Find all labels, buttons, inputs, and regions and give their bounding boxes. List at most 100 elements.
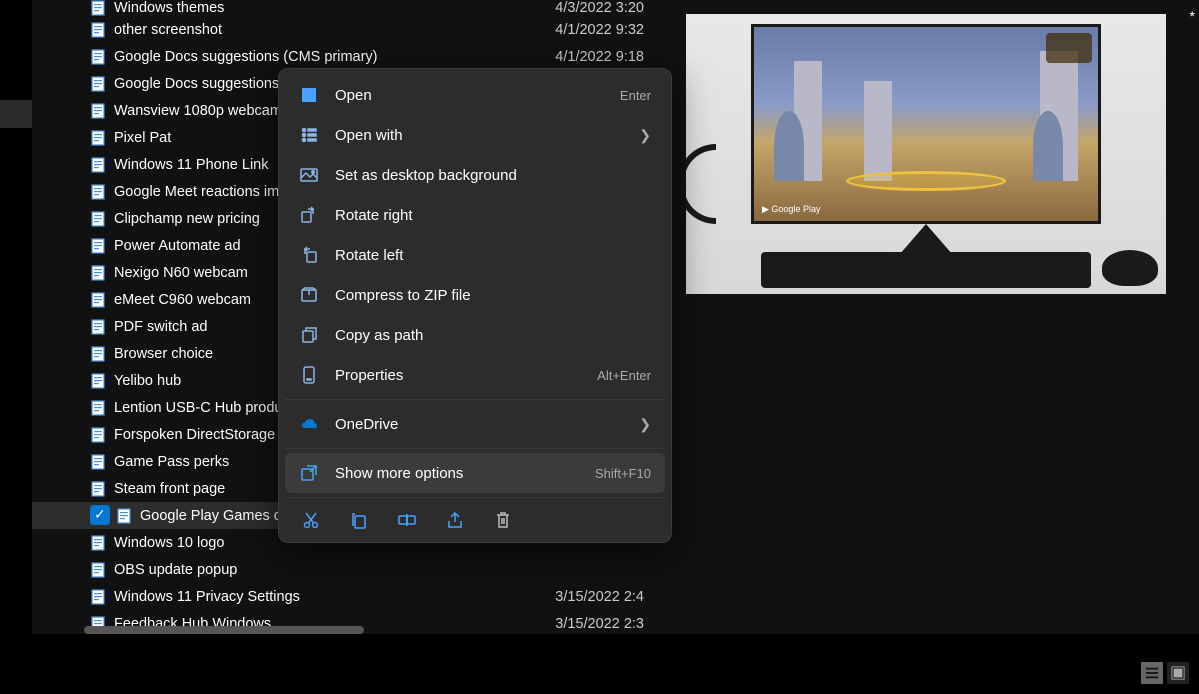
file-name: Google Docs suggestions [114, 76, 279, 92]
ring-graphic [846, 171, 1006, 191]
menu-label: Set as desktop background [335, 167, 651, 184]
menu-item-open[interactable]: OpenEnter [285, 75, 665, 115]
context-menu: OpenEnterOpen with❯Set as desktop backgr… [278, 68, 672, 543]
chevron-right-icon: ❯ [639, 127, 651, 144]
document-icon [90, 22, 106, 38]
menu-item-zip[interactable]: Compress to ZIP file [285, 275, 665, 315]
menu-item-wallpaper[interactable]: Set as desktop background [285, 155, 665, 195]
file-name: Windows 11 Phone Link [114, 157, 269, 173]
document-icon [90, 130, 106, 146]
menu-item-rotateleft[interactable]: Rotate left [285, 235, 665, 275]
document-icon [90, 0, 106, 16]
menu-label: Rotate left [335, 247, 651, 264]
share-button[interactable] [445, 510, 465, 530]
properties-icon [299, 365, 319, 385]
statue-graphic [1033, 111, 1063, 181]
menu-separator [285, 399, 665, 400]
file-date: 4/1/2022 9:32 [555, 22, 652, 38]
document-icon [90, 76, 106, 92]
menu-label: Properties [335, 367, 597, 384]
rotateleft-icon [299, 245, 319, 265]
document-icon [90, 319, 106, 335]
document-icon [90, 292, 106, 308]
menu-item-openwith[interactable]: Open with❯ [285, 115, 665, 155]
wallpaper-icon [299, 165, 319, 185]
mouse-graphic [1102, 250, 1158, 286]
document-icon [90, 481, 106, 497]
file-name: Forspoken DirectStorage [114, 427, 275, 443]
menu-label: Compress to ZIP file [335, 287, 651, 304]
copy-button[interactable] [349, 510, 369, 530]
file-row[interactable]: OBS update popup [32, 556, 652, 583]
file-date: 3/15/2022 2:3 [555, 616, 652, 632]
menu-label: Rotate right [335, 207, 651, 224]
file-name: PDF switch ad [114, 319, 207, 335]
preview-image: ▶ Google Play [686, 14, 1166, 294]
file-row[interactable]: Windows themes4/3/2022 3:20 [32, 0, 652, 16]
file-name: Google Meet reactions im [114, 184, 279, 200]
file-name: Steam front page [114, 481, 225, 497]
keyboard-graphic [761, 252, 1091, 288]
document-icon [90, 157, 106, 173]
document-icon [90, 400, 106, 416]
file-name: eMeet C960 webcam [114, 292, 251, 308]
file-name: Yelibo hub [114, 373, 181, 389]
document-icon [90, 454, 106, 470]
statue-graphic [774, 111, 804, 181]
horizontal-scrollbar[interactable] [84, 626, 364, 634]
file-date: 4/3/2022 3:20 [555, 0, 652, 16]
menu-separator [285, 497, 665, 498]
menu-label: Open with [335, 127, 639, 144]
file-name: Windows 11 Privacy Settings [114, 589, 300, 605]
list-view-toggle[interactable] [1141, 662, 1163, 684]
document-icon [90, 265, 106, 281]
file-row[interactable]: Google Docs suggestions (CMS primary) 4/1… [32, 43, 652, 70]
google-play-badge: ▶ Google Play [762, 204, 820, 215]
menu-bottom-actions [285, 502, 665, 536]
menu-label: Open [335, 87, 620, 104]
document-icon [90, 238, 106, 254]
file-name: Browser choice [114, 346, 213, 362]
file-name: Wansview 1080p webcam [114, 103, 282, 119]
file-name: Power Automate ad [114, 238, 241, 254]
openwith-icon [299, 125, 319, 145]
document-icon [90, 589, 106, 605]
menu-item-show-more[interactable]: Show more optionsShift+F10 [285, 453, 665, 493]
document-icon [90, 562, 106, 578]
menu-item-properties[interactable]: PropertiesAlt+Enter [285, 355, 665, 395]
open-icon [299, 85, 319, 105]
menu-hint: Enter [620, 88, 651, 103]
file-name: Pixel Pat [114, 130, 171, 146]
copypath-icon [299, 325, 319, 345]
menu-label: Copy as path [335, 327, 651, 344]
file-name: Game Pass perks [114, 454, 229, 470]
file-name: Nexigo N60 webcam [114, 265, 248, 281]
corner-badge [1046, 33, 1092, 63]
file-name: Google Docs suggestions (CMS primary) [114, 49, 378, 65]
cut-button[interactable] [301, 510, 321, 530]
file-row[interactable]: Windows 11 Privacy Settings3/15/2022 2:4 [32, 583, 652, 610]
rename-button[interactable] [397, 510, 417, 530]
grid-view-toggle[interactable] [1167, 662, 1189, 684]
document-icon [90, 49, 106, 65]
left-sidebar-fragment [0, 100, 32, 128]
menu-item-onedrive[interactable]: OneDrive❯ [285, 404, 665, 444]
menu-item-copypath[interactable]: Copy as path [285, 315, 665, 355]
document-icon [90, 346, 106, 362]
chevron-right-icon: ❯ [639, 416, 651, 433]
menu-item-rotateright[interactable]: Rotate right [285, 195, 665, 235]
document-icon [90, 427, 106, 443]
document-icon [90, 211, 106, 227]
file-name: Clipchamp new pricing [114, 211, 260, 227]
delete-button[interactable] [493, 510, 513, 530]
file-row[interactable]: other screenshot 4/1/2022 9:32 [32, 16, 652, 43]
menu-hint: Shift+F10 [595, 466, 651, 481]
menu-hint: Alt+Enter [597, 368, 651, 383]
document-icon [90, 184, 106, 200]
document-icon [90, 373, 106, 389]
file-name: other screenshot [114, 22, 222, 38]
monitor-screen: ▶ Google Play [751, 24, 1101, 224]
menu-separator [285, 448, 665, 449]
document-icon [90, 103, 106, 119]
file-date: 4/1/2022 9:18 [555, 49, 652, 65]
